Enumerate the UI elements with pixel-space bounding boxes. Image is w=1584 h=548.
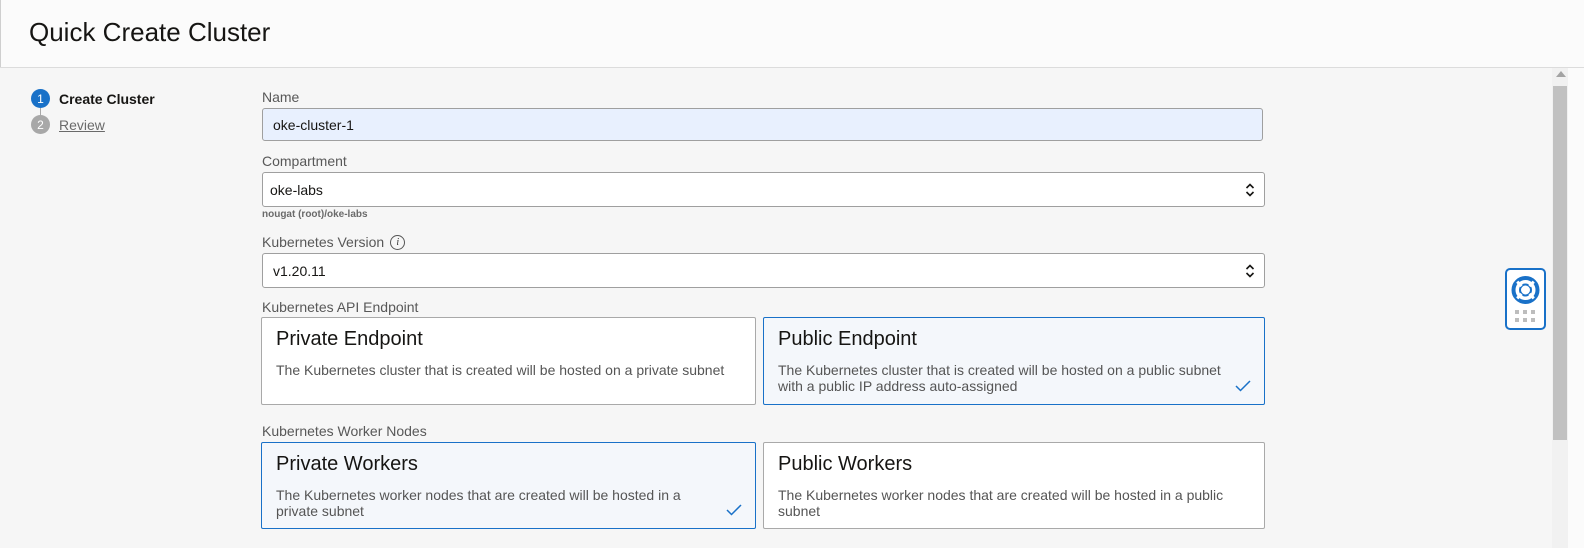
scroll-up-arrow-icon[interactable] [1555,70,1567,78]
card-title: Public Workers [778,453,913,475]
checkmark-icon [1235,380,1251,392]
card-title: Private Endpoint [276,328,423,350]
compartment-path: nougat (root)/oke-labs [262,209,368,220]
step-review-link[interactable]: Review [59,117,105,133]
card-description: The Kubernetes worker nodes that are cre… [276,487,681,519]
scrollbar-thumb[interactable] [1553,86,1567,440]
kubernetes-version-value: v1.20.11 [273,262,326,279]
up-down-chevron-icon [1245,264,1255,278]
compartment-label: Compartment [262,153,347,169]
compartment-value: oke-labs [270,181,323,198]
page-header: Quick Create Cluster [0,0,1584,68]
step-number-badge: 2 [31,115,50,134]
step-review[interactable]: 2 Review [31,115,105,134]
up-down-chevron-icon [1245,183,1255,197]
compartment-select[interactable]: oke-labs [262,172,1265,207]
grid-icon [1515,310,1535,322]
card-description: The Kubernetes cluster that is created w… [276,362,725,378]
name-input[interactable] [262,108,1263,141]
step-create-cluster[interactable]: 1 Create Cluster [31,89,155,108]
name-label: Name [262,89,300,105]
kubernetes-version-label: Kubernetes Version [262,234,385,250]
card-description: The Kubernetes worker nodes that are cre… [778,487,1224,519]
card-title: Private Workers [276,453,418,475]
kubernetes-version-select[interactable]: v1.20.11 [262,253,1265,288]
private-workers-card[interactable]: Private Workers The Kubernetes worker no… [261,442,756,529]
api-endpoint-label: Kubernetes API Endpoint [262,299,419,315]
card-title: Public Endpoint [778,328,917,350]
card-description: The Kubernetes cluster that is created w… [778,362,1221,394]
worker-nodes-label: Kubernetes Worker Nodes [262,423,427,439]
step-number-badge: 1 [31,89,50,108]
private-endpoint-card[interactable]: Private Endpoint The Kubernetes cluster … [261,317,756,405]
step-label: Create Cluster [59,90,155,107]
header-left-border [0,0,1,67]
help-widget[interactable] [1505,268,1546,330]
info-icon[interactable]: i [390,234,406,250]
kubernetes-version-label-row: Kubernetes Version i [262,234,406,251]
public-workers-card[interactable]: Public Workers The Kubernetes worker nod… [763,442,1265,529]
checkmark-icon [726,504,742,516]
public-endpoint-card[interactable]: Public Endpoint The Kubernetes cluster t… [763,317,1265,405]
page-title: Quick Create Cluster [29,17,271,47]
